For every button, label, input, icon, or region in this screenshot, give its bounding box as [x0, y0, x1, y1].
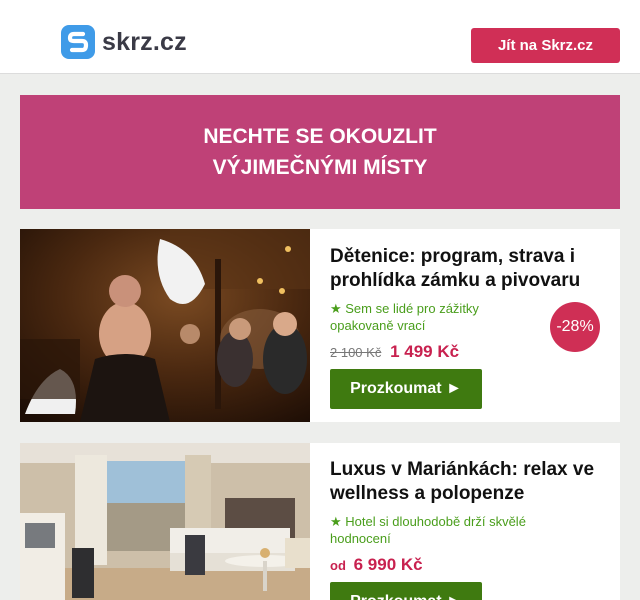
go-to-skrz-button[interactable]: Jít na Skrz.cz: [471, 28, 620, 63]
offer-price-row: od 6 990 Kč: [330, 555, 612, 575]
skrz-logo-icon: [61, 25, 95, 59]
site-header: skrz.cz Jít na Skrz.cz: [0, 0, 640, 74]
current-price: 1 499 Kč: [390, 342, 460, 361]
offer-card[interactable]: Dětenice: program, strava i prohlídka zá…: [20, 229, 620, 422]
explore-button[interactable]: Prozkoumat ►: [330, 369, 482, 409]
offer-image-castle-show[interactable]: [20, 229, 310, 422]
offer-body: Luxus v Mariánkách: relax ve wellness a …: [330, 443, 612, 600]
logo-text: skrz.cz: [102, 27, 187, 56]
banner-line-2: VÝJIMEČNÝMI MÍSTY: [212, 156, 428, 179]
offer-tagline: ★ Sem se lidé pro zážitky opakovaně vrac…: [330, 301, 479, 333]
offer-image-hotel-room[interactable]: [20, 443, 310, 600]
offer-title[interactable]: Dětenice: program, strava i prohlídka zá…: [330, 245, 612, 293]
old-price: 2 100 Kč: [330, 345, 382, 360]
offer-title[interactable]: Luxus v Mariánkách: relax ve wellness a …: [330, 458, 612, 506]
explore-button[interactable]: Prozkoumat ►: [330, 582, 482, 600]
current-price: 6 990 Kč: [353, 555, 423, 574]
banner-line-1: NECHTE SE OKOUZLIT: [203, 125, 437, 148]
discount-badge: -28%: [550, 302, 600, 352]
price-prefix: od: [330, 558, 346, 573]
offer-card[interactable]: Luxus v Mariánkách: relax ve wellness a …: [20, 443, 620, 600]
offer-tagline: ★ Hotel si dlouhodobě drží skvělé hodnoc…: [330, 514, 526, 546]
promo-banner: NECHTE SE OKOUZLIT VÝJIMEČNÝMI MÍSTY: [20, 95, 620, 209]
skrz-logo[interactable]: skrz.cz: [61, 25, 187, 59]
